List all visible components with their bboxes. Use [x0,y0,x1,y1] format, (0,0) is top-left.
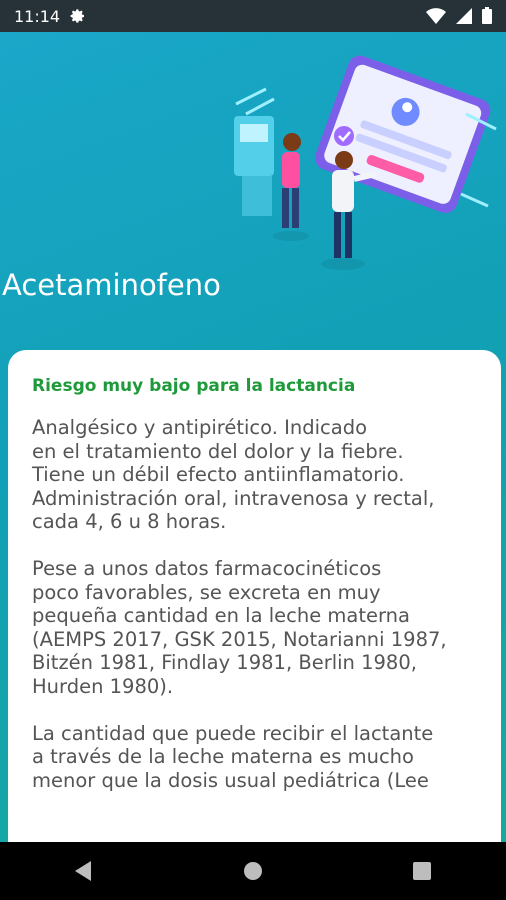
drug-info-card: Riesgo muy bajo para la lactancia Analgé… [8,350,501,842]
header-illustration [234,55,497,270]
wifi-icon [426,7,446,24]
drug-description: Analgésico y antipirético. Indicado en e… [32,416,447,792]
navigation-bar [0,842,506,900]
risk-level-label: Riesgo muy bajo para la lactancia [32,376,356,396]
gear-icon [70,9,85,23]
home-button[interactable] [218,842,288,900]
drug-title: Acetaminofeno [2,268,221,302]
recents-button[interactable] [387,842,457,900]
home-icon [243,862,262,880]
main-screen: Acetaminofeno Riesgo muy bajo para la la… [0,32,506,842]
back-icon [75,861,92,881]
recents-icon [412,862,431,880]
status-time: 11:14 [14,6,61,26]
battery-icon [482,7,492,24]
signal-icon [456,7,472,24]
status-bar: 11:14 [0,0,506,32]
back-button[interactable] [49,842,119,900]
